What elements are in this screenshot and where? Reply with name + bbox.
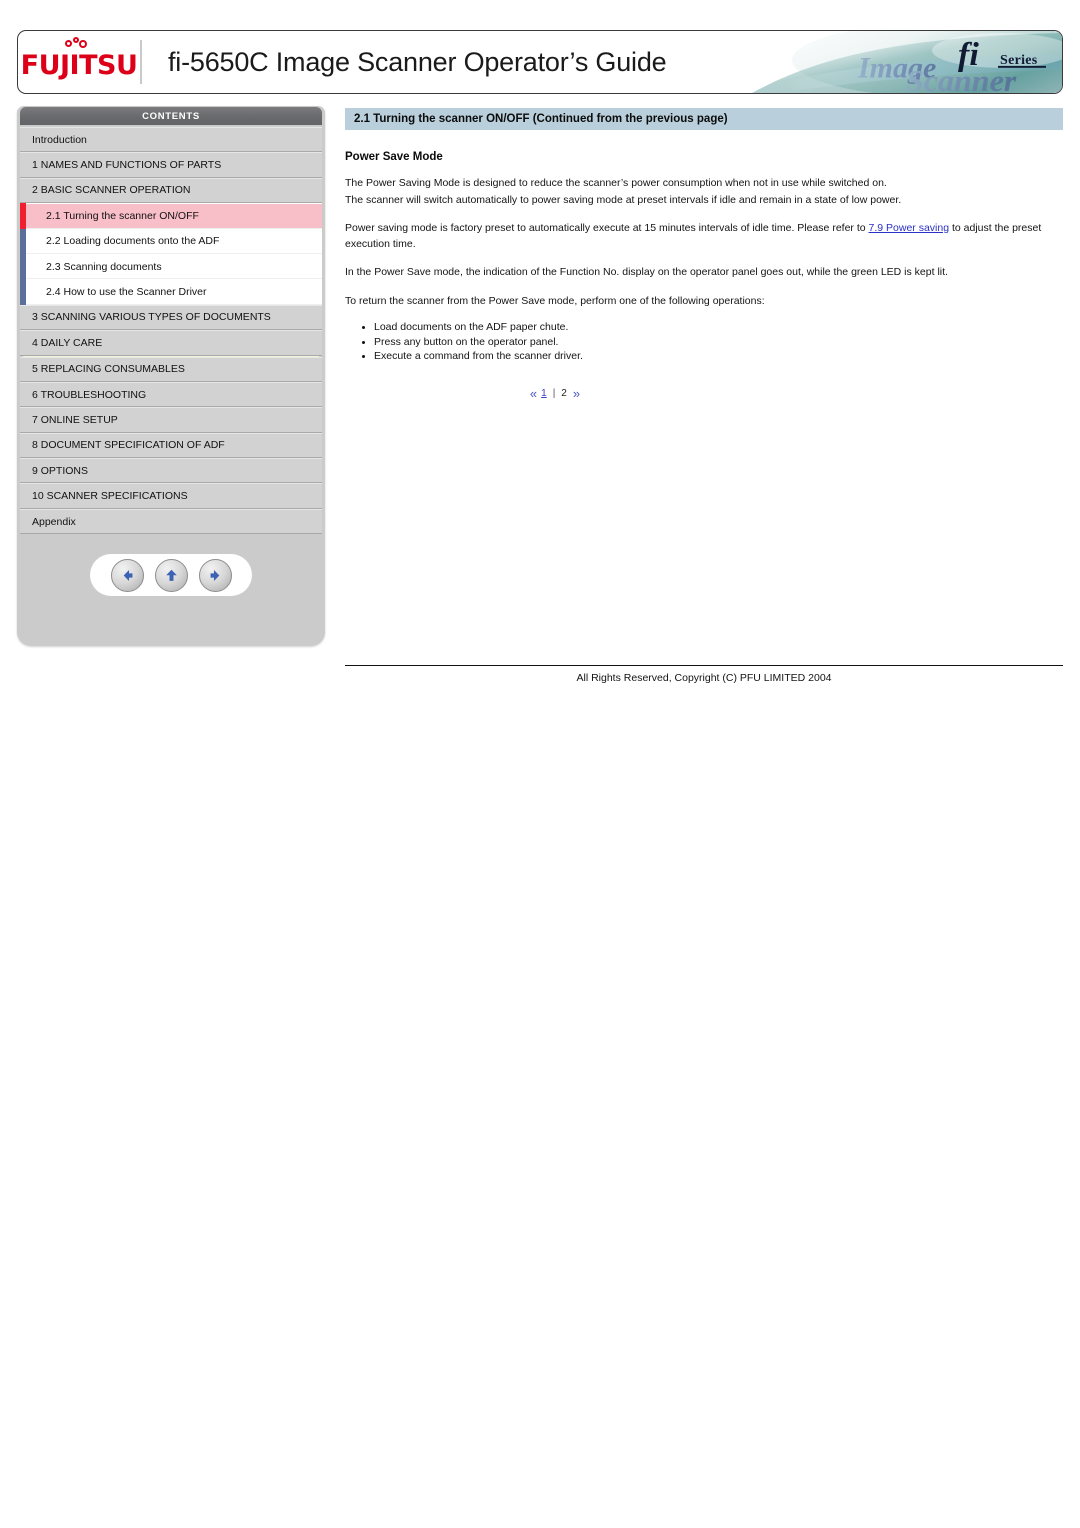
- svg-text:Series: Series: [1000, 52, 1038, 67]
- operations-list: Load documents on the ADF paper chute. P…: [345, 320, 1063, 364]
- back-button[interactable]: [110, 558, 144, 592]
- sidebar-item-label: 2.2 Loading documents onto the ADF: [46, 235, 220, 248]
- fi-series-banner-art: Image Scanner fi Series: [662, 31, 1062, 93]
- table-of-contents: Introduction 1 NAMES AND FUNCTIONS OF PA…: [17, 127, 325, 535]
- page-separator: |: [552, 387, 556, 399]
- sidebar-item-document-specification[interactable]: 8 DOCUMENT SPECIFICATION OF ADF: [20, 432, 322, 459]
- sidebar-item-names-and-functions[interactable]: 1 NAMES AND FUNCTIONS OF PARTS: [20, 152, 322, 178]
- list-item: Press any button on the operator panel.: [362, 335, 1063, 350]
- sidebar-item-scanning-various-types[interactable]: 3 SCANNING VARIOUS TYPES OF DOCUMENTS: [20, 304, 322, 331]
- sidebar-item-scanner-driver[interactable]: 2.4 How to use the Scanner Driver: [20, 279, 322, 306]
- sidebar-item-scanner-specifications[interactable]: 10 SCANNER SPECIFICATIONS: [20, 483, 322, 509]
- sidebar-item-label: 2.1 Turning the scanner ON/OFF: [46, 209, 199, 222]
- sidebar-item-label: 4 DAILY CARE: [32, 336, 103, 349]
- sidebar-item-label: 2.4 How to use the Scanner Driver: [46, 286, 207, 299]
- paragraph-2: The scanner will switch automatically to…: [345, 193, 902, 206]
- document-page: FUJITSU fi-5650C Image Scanner Operator’…: [0, 0, 1080, 1528]
- sidebar-item-options[interactable]: 9 OPTIONS: [20, 458, 322, 484]
- sidebar-item-label: 6 TROUBLESHOOTING: [32, 388, 147, 401]
- sidebar-item-introduction[interactable]: Introduction: [20, 127, 322, 153]
- sidebar-item-loading-documents[interactable]: 2.2 Loading documents onto the ADF: [20, 228, 322, 255]
- svg-text:fi: fi: [958, 36, 979, 72]
- forward-button[interactable]: [198, 558, 232, 592]
- fujitsu-infinity-icon: [64, 36, 91, 48]
- sidebar-item-turning-scanner-on-off[interactable]: 2.1 Turning the scanner ON/OFF: [20, 203, 322, 229]
- list-item: Load documents on the ADF paper chute.: [362, 320, 1063, 335]
- sidebar-item-replacing-consumables[interactable]: 5 REPLACING CONSUMABLES: [20, 356, 322, 382]
- power-saving-link[interactable]: 7.9 Power saving: [869, 222, 950, 234]
- sidebar-item-label: Introduction: [32, 133, 87, 146]
- sidebar-item-label: 1 NAMES AND FUNCTIONS OF PARTS: [32, 159, 222, 172]
- sidebar-item-label: 9 OPTIONS: [32, 464, 89, 477]
- arrow-up-icon: [165, 569, 177, 581]
- arrow-right-icon: [210, 569, 219, 581]
- contents-header: CONTENTS: [20, 107, 322, 125]
- arrow-left-icon: [123, 569, 132, 581]
- sidebar-item-basic-scanner-operation[interactable]: 2 BASIC SCANNER OPERATION: [20, 177, 322, 204]
- next-page-button[interactable]: »: [573, 386, 580, 401]
- main-content: 2.1 Turning the scanner ON/OFF (Continue…: [345, 108, 1063, 401]
- page-1-link[interactable]: 1: [541, 388, 547, 399]
- paragraph-1: The Power Saving Mode is designed to red…: [345, 177, 887, 189]
- sidebar-item-scanning-documents[interactable]: 2.3 Scanning documents: [20, 253, 322, 280]
- section-heading: 2.1 Turning the scanner ON/OFF (Continue…: [345, 108, 1063, 130]
- paragraph-3-pre: Power saving mode is factory preset to a…: [345, 222, 869, 234]
- previous-page-button[interactable]: «: [530, 386, 537, 401]
- sidebar-item-label: 5 REPLACING CONSUMABLES: [32, 363, 185, 376]
- paragraph-5: To return the scanner from the Power Sav…: [345, 294, 765, 307]
- page-title: fi-5650C Image Scanner Operator’s Guide: [168, 46, 667, 77]
- page-header: FUJITSU fi-5650C Image Scanner Operator’…: [17, 30, 1063, 94]
- fujitsu-logo: FUJITSU: [18, 31, 140, 93]
- up-button[interactable]: [154, 558, 188, 592]
- sidebar-item-appendix[interactable]: Appendix: [20, 508, 322, 535]
- page-2-current[interactable]: 2: [561, 388, 567, 399]
- paragraph-4: In the Power Save mode, the indication o…: [345, 266, 948, 278]
- sidebar-item-label: 8 DOCUMENT SPECIFICATION OF ADF: [32, 439, 225, 452]
- navigation-button-group: [90, 554, 252, 596]
- paragraph-3: Power saving mode is factory preset to a…: [345, 221, 1063, 252]
- subheading: Power Save Mode: [345, 151, 443, 163]
- sidebar-item-label: 7 ONLINE SETUP: [32, 413, 118, 426]
- sidebar-item-label: 3 SCANNING VARIOUS TYPES OF DOCUMENTS: [32, 311, 271, 324]
- list-item: Execute a command from the scanner drive…: [362, 349, 1063, 364]
- sidebar-item-daily-care[interactable]: 4 DAILY CARE: [20, 330, 322, 356]
- footer-divider: [345, 665, 1063, 667]
- pagination: « 1 | 2 »: [345, 386, 1063, 401]
- sidebar-item-online-setup[interactable]: 7 ONLINE SETUP: [20, 407, 322, 433]
- sidebar-item-label: 10 SCANNER SPECIFICATIONS: [32, 490, 188, 503]
- contents-sidebar: CONTENTS Introduction 1 NAMES AND FUNCTI…: [17, 106, 325, 646]
- fujitsu-wordmark: FUJITSU: [20, 49, 138, 81]
- sidebar-item-label: 2.3 Scanning documents: [46, 260, 162, 273]
- sidebar-item-label: 2 BASIC SCANNER OPERATION: [32, 184, 191, 197]
- footer-copyright: All Rights Reserved, Copyright (C) PFU L…: [576, 672, 832, 684]
- sidebar-item-troubleshooting[interactable]: 6 TROUBLESHOOTING: [20, 381, 322, 408]
- sidebar-item-label: Appendix: [32, 515, 76, 528]
